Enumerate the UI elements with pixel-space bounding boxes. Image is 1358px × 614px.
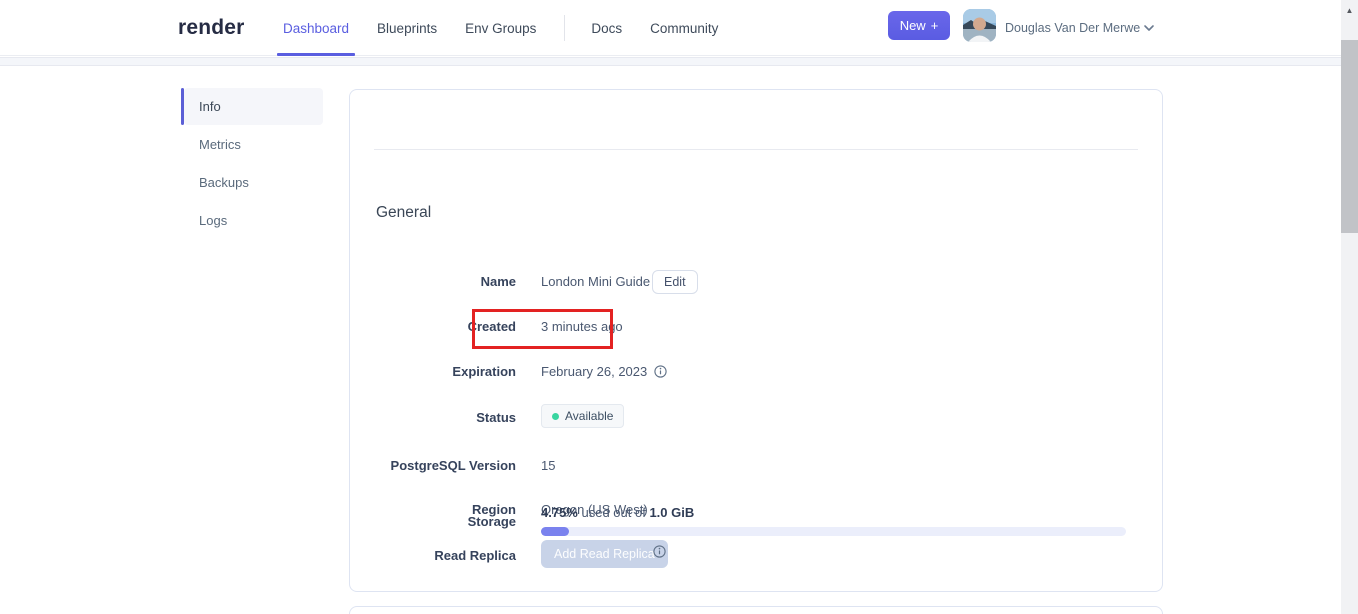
tab-blueprints-label: Blueprints	[377, 20, 438, 36]
status-badge: Available	[541, 404, 625, 428]
user-menu[interactable]: Douglas Van Der Merwe	[1005, 0, 1140, 56]
scrollbar-thumb[interactable]	[1341, 40, 1358, 233]
next-section-card	[349, 606, 1163, 614]
tab-docs-label: Docs	[591, 20, 623, 36]
render-dashboard-page: render Dashboard Blueprints Env Groups D…	[0, 0, 1358, 614]
storage-progress-fill	[541, 527, 569, 536]
tab-community-label: Community	[650, 20, 719, 36]
sidebar-item-logs-label: Logs	[199, 213, 228, 228]
created-label: Created	[467, 319, 516, 334]
plus-icon: +	[930, 18, 939, 33]
expiration-value: February 26, 2023	[541, 364, 667, 381]
add-read-replica-button[interactable]: Add Read Replica	[541, 540, 668, 568]
sidebar-item-metrics[interactable]: Metrics	[184, 126, 323, 163]
scroll-up-icon[interactable]: ▲	[1341, 4, 1358, 16]
sidebar-item-info[interactable]: Info	[184, 88, 323, 125]
storage-usage-text: 4.75% used out of 1.0 GiB	[541, 505, 694, 520]
sidebar-item-info-label: Info	[199, 99, 221, 114]
sidebar-item-backups[interactable]: Backups	[184, 164, 323, 201]
render-logo[interactable]: render	[178, 0, 245, 56]
expiration-label: Expiration	[452, 364, 516, 379]
sidebar-item-logs[interactable]: Logs	[184, 202, 323, 239]
storage-used-percent: 4.75%	[541, 505, 578, 520]
avatar[interactable]	[963, 9, 996, 42]
chevron-down-icon[interactable]	[1142, 21, 1156, 40]
name-label: Name	[480, 274, 516, 289]
created-value: 3 minutes ago	[541, 319, 623, 334]
storage-total: 1.0 GiB	[649, 505, 695, 520]
sidebar-item-backups-label: Backups	[199, 175, 249, 190]
status-label: Status	[476, 410, 516, 425]
sidebar-item-metrics-label: Metrics	[199, 137, 241, 152]
card-title: General	[376, 204, 432, 221]
postgresql-version-value: 15	[541, 458, 556, 473]
user-name-label: Douglas Van Der Merwe	[1005, 21, 1141, 35]
status-dot-icon	[552, 412, 559, 420]
tab-dashboard[interactable]: Dashboard	[277, 0, 356, 56]
postgresql-version-label: PostgreSQL Version	[390, 458, 516, 473]
top-nav-bar: render Dashboard Blueprints Env Groups D…	[0, 0, 1358, 56]
storage-label: Storage	[467, 514, 516, 529]
new-button-label: New	[899, 18, 926, 33]
tab-community[interactable]: Community	[650, 0, 718, 56]
edit-name-button[interactable]: Edit	[652, 270, 698, 294]
general-card: General Name London Mini Guide Edit Crea…	[349, 89, 1163, 592]
expiration-date: February 26, 2023	[541, 364, 648, 379]
tab-env-groups-label: Env Groups	[465, 20, 537, 36]
new-button[interactable]: New +	[888, 11, 950, 40]
tab-blueprints[interactable]: Blueprints	[377, 0, 437, 56]
primary-nav: Dashboard Blueprints Env Groups Docs Com…	[277, 0, 746, 56]
storage-middle-text: used out of	[581, 505, 646, 520]
scrollbar[interactable]: ▲	[1341, 0, 1358, 614]
tab-env-groups[interactable]: Env Groups	[465, 0, 536, 56]
nav-divider	[564, 15, 566, 41]
active-tab-underline	[277, 53, 356, 56]
status-badge-label: Available	[565, 409, 614, 423]
name-value: London Mini Guide	[541, 274, 651, 289]
expiration-info-icon[interactable]	[654, 365, 667, 381]
tab-docs[interactable]: Docs	[591, 0, 622, 56]
card-title-divider	[374, 149, 1138, 150]
read-replica-label: Read Replica	[434, 548, 516, 563]
read-replica-info-icon[interactable]	[653, 545, 666, 563]
page-top-strip	[0, 57, 1358, 66]
storage-progress-track	[541, 527, 1126, 536]
tab-dashboard-label: Dashboard	[283, 20, 350, 36]
